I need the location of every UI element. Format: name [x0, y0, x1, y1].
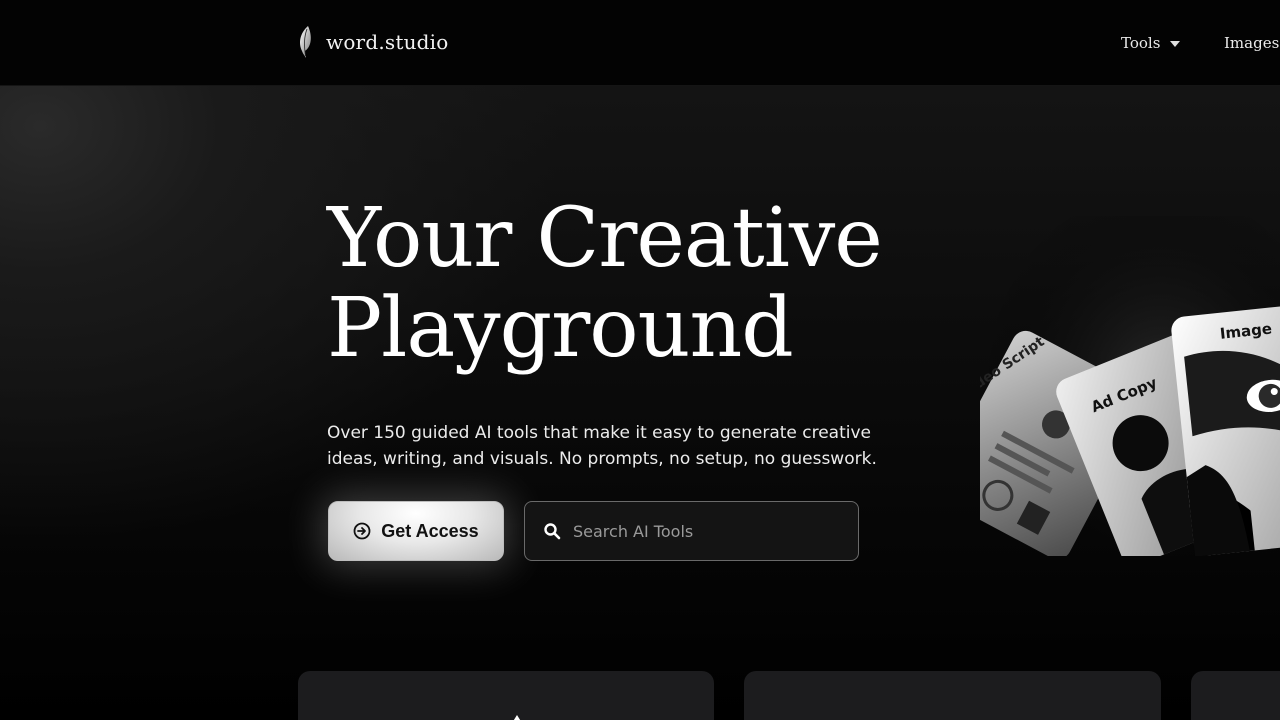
arrow-circle-right-icon	[353, 522, 371, 540]
nav-tools[interactable]: Tools	[1121, 30, 1181, 56]
search-icon	[544, 523, 561, 540]
nav-tools-label: Tools	[1121, 34, 1161, 52]
nav-images-label: Images	[1224, 34, 1280, 52]
hero-title: Your Creative Playground	[327, 194, 967, 374]
logo-link[interactable]: word.studio	[296, 24, 449, 60]
feather-icon	[300, 26, 311, 58]
tool-card[interactable]	[744, 671, 1161, 720]
hero-section: Your Creative Playground Over 150 guided…	[0, 86, 1280, 720]
hero-title-line1: Your Creative	[327, 191, 883, 286]
page: word.studio Tools Images Your Creative P…	[0, 0, 1280, 720]
nav-images[interactable]: Images	[1224, 30, 1279, 56]
tool-card[interactable]	[298, 671, 714, 720]
hero-title-line2: Playground	[327, 281, 794, 376]
hero-cards-illustration: Video Script Ad Copy Image	[980, 216, 1280, 556]
chevron-down-icon	[1170, 41, 1181, 47]
card-icon	[513, 715, 521, 720]
logo-text: word.studio	[326, 30, 449, 54]
site-header: word.studio Tools Images	[0, 0, 1280, 86]
hero-subtitle: Over 150 guided AI tools that make it ea…	[327, 423, 877, 469]
get-access-label: Get Access	[381, 520, 479, 541]
search-box[interactable]	[524, 501, 859, 561]
search-input[interactable]	[573, 521, 833, 541]
tool-card[interactable]	[1191, 671, 1280, 720]
get-access-button[interactable]: Get Access	[328, 501, 504, 561]
